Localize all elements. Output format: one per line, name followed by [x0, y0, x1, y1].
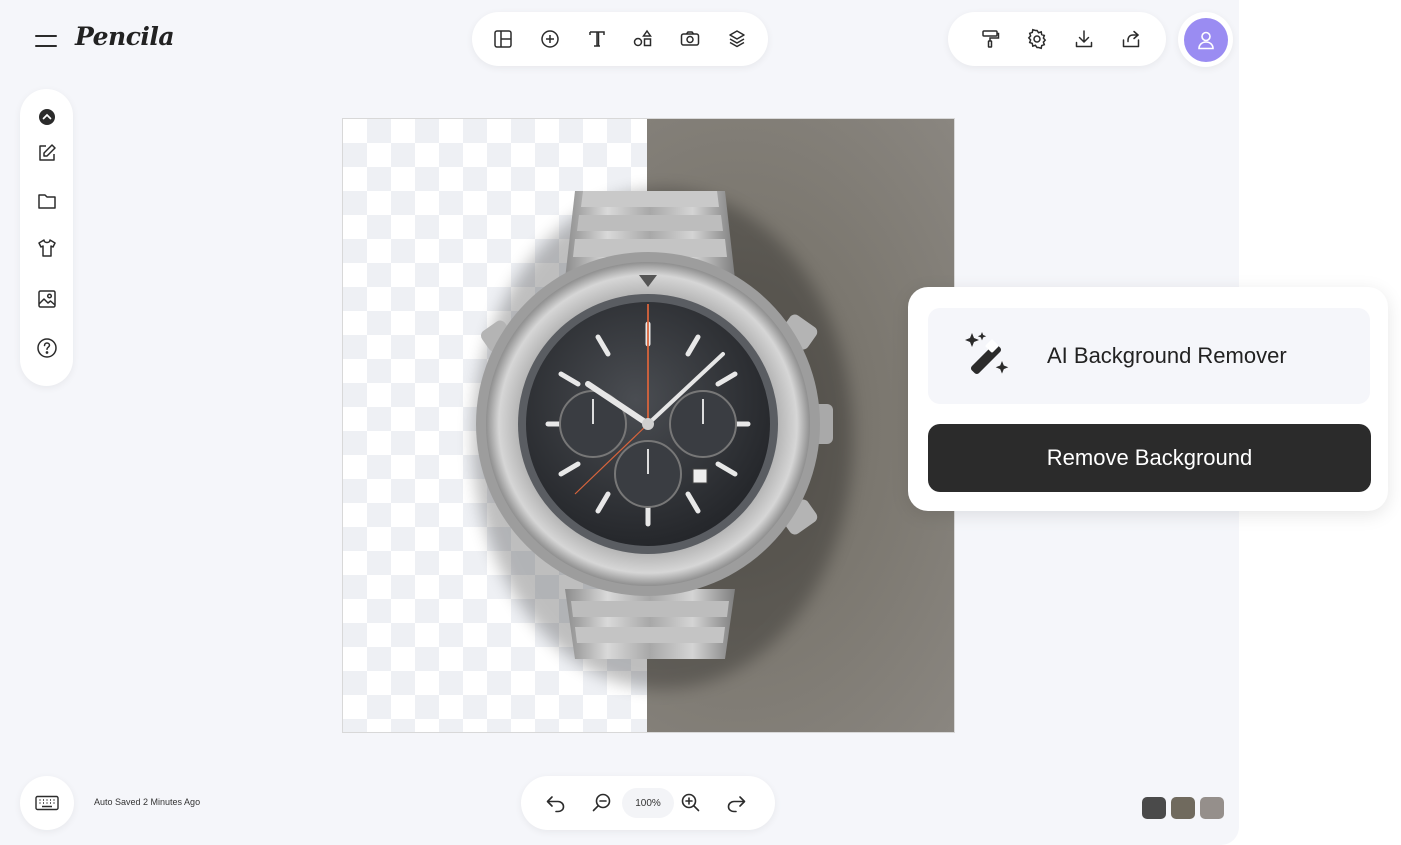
user-avatar[interactable]	[1183, 17, 1228, 62]
gear-icon[interactable]	[1021, 23, 1053, 55]
collapse-icon[interactable]	[33, 103, 61, 131]
shapes-icon[interactable]	[627, 23, 659, 55]
layout-icon[interactable]	[487, 23, 519, 55]
add-circle-icon[interactable]	[534, 23, 566, 55]
undo-icon[interactable]	[542, 789, 570, 817]
folder-icon[interactable]	[33, 187, 61, 215]
text-icon[interactable]	[581, 23, 613, 55]
color-swatch[interactable]	[1200, 797, 1224, 819]
ai-feature-card[interactable]: AI Background Remover	[928, 308, 1370, 404]
user-avatar-frame	[1178, 12, 1233, 67]
remove-background-button[interactable]: Remove Background	[928, 424, 1371, 492]
editor-toolbar	[472, 12, 768, 66]
help-icon[interactable]	[33, 334, 61, 362]
actions-toolbar	[948, 12, 1166, 66]
zoom-controls: 100%	[521, 776, 775, 830]
ai-background-remover-panel: AI Background Remover Remove Background	[908, 287, 1388, 511]
brand-logo[interactable]: Pencila	[75, 22, 175, 51]
download-icon[interactable]	[1068, 23, 1100, 55]
magic-wand-icon	[958, 329, 1012, 383]
paint-roller-icon[interactable]	[974, 23, 1006, 55]
left-sidebar	[20, 89, 73, 386]
ai-feature-title: AI Background Remover	[1047, 343, 1287, 368]
layers-icon[interactable]	[721, 23, 753, 55]
redo-icon[interactable]	[722, 789, 750, 817]
color-swatch[interactable]	[1171, 797, 1195, 819]
autosave-status: Auto Saved 2 Minutes Ago	[94, 797, 201, 807]
user-icon	[1195, 29, 1217, 51]
keyboard-icon	[35, 795, 59, 811]
canvas[interactable]	[342, 118, 955, 733]
color-swatch[interactable]	[1142, 797, 1166, 819]
wristwatch-photo[interactable]	[343, 119, 955, 733]
tshirt-icon[interactable]	[33, 234, 61, 262]
keyboard-shortcuts-button[interactable]	[20, 776, 74, 830]
image-icon[interactable]	[33, 285, 61, 313]
camera-icon[interactable]	[674, 23, 706, 55]
share-icon[interactable]	[1115, 23, 1147, 55]
hamburger-menu-icon[interactable]	[33, 29, 59, 53]
edit-icon[interactable]	[33, 139, 61, 167]
zoom-out-icon[interactable]	[588, 789, 616, 817]
app-window: Pencila AI Background Remover Remove Bac…	[0, 0, 1388, 845]
zoom-level[interactable]: 100%	[622, 788, 674, 818]
zoom-in-icon[interactable]	[676, 789, 704, 817]
